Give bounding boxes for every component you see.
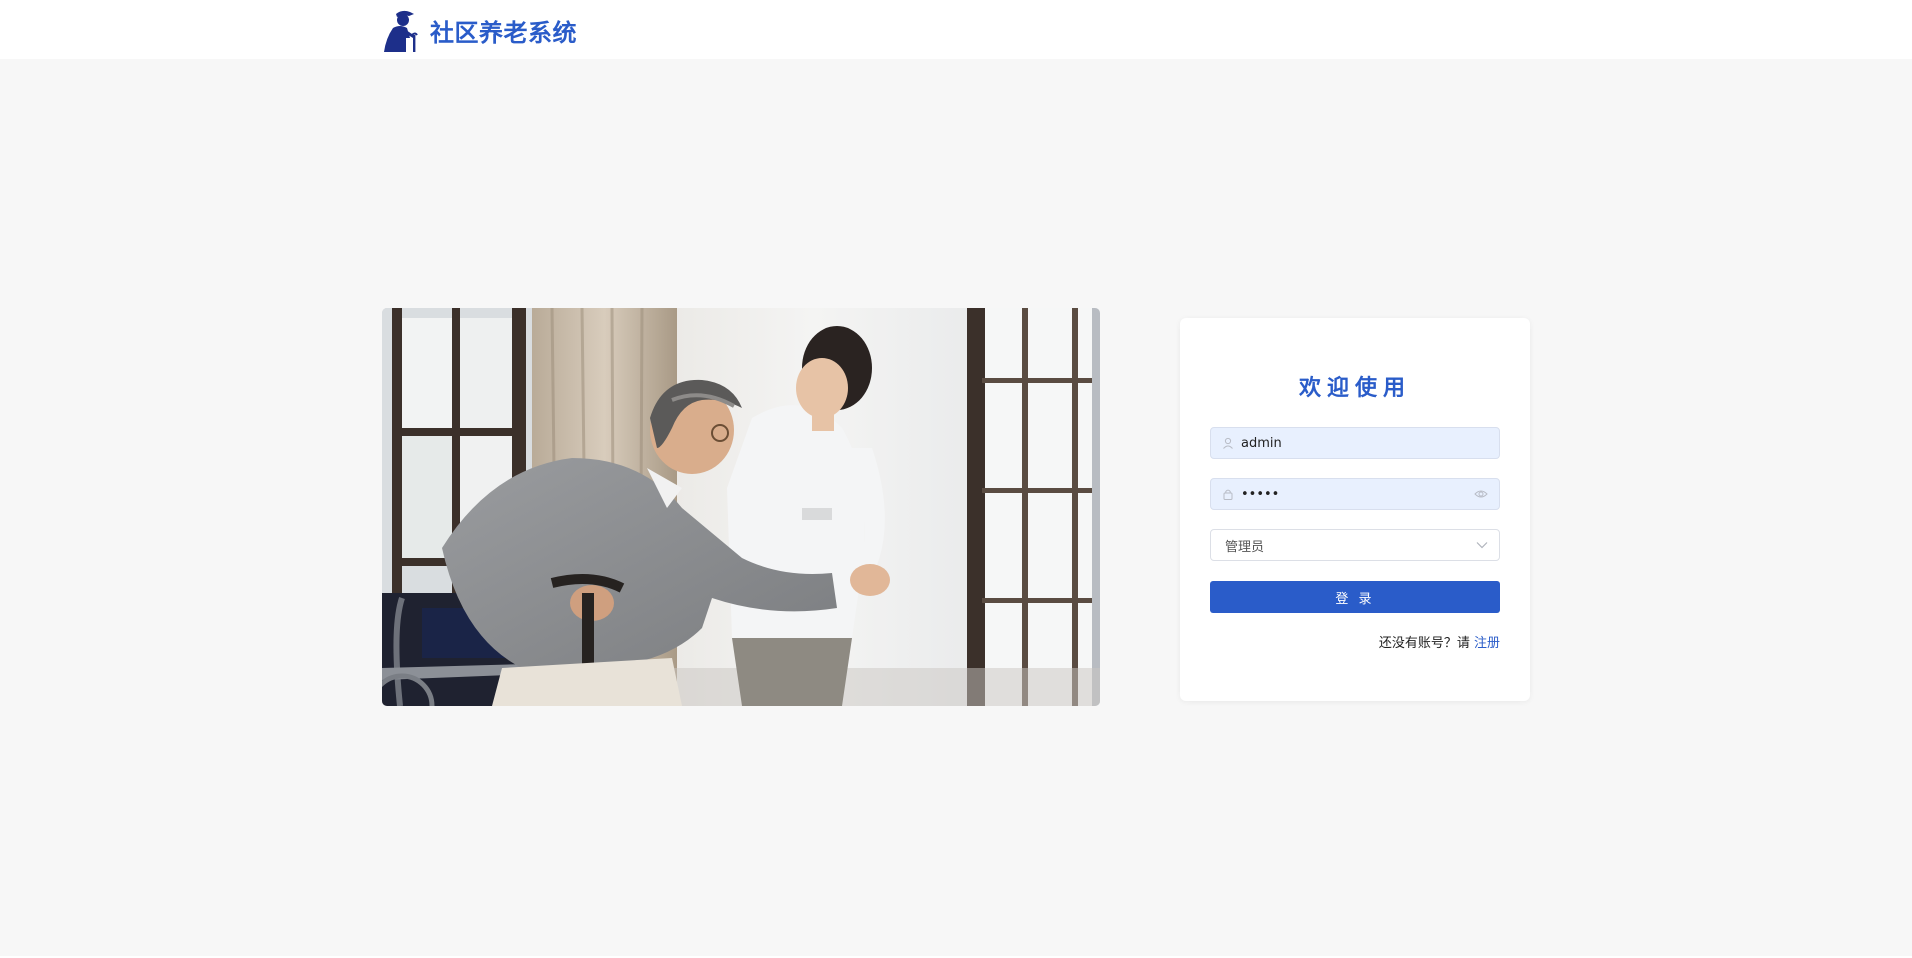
password-field[interactable]: ••••• — [1210, 478, 1500, 510]
elderly-person-icon — [382, 8, 420, 52]
top-header: 社区养老系统 — [0, 0, 1912, 59]
lock-icon — [1221, 487, 1235, 501]
username-field[interactable]: admin — [1210, 427, 1500, 459]
register-link[interactable]: 注册 — [1474, 636, 1500, 651]
app-title: 社区养老系统 — [430, 18, 577, 47]
register-prompt-text: 还没有账号？请 — [1378, 636, 1474, 651]
caregiver-photo — [382, 308, 1100, 706]
eye-icon[interactable] — [1473, 486, 1489, 502]
login-button[interactable]: 登 录 — [1210, 581, 1500, 613]
app-logo[interactable]: 社区养老系统 — [382, 8, 577, 52]
register-prompt: 还没有账号？请 注册 — [1379, 632, 1500, 651]
login-card: 欢迎使用 admin ••••• 管理员 登 录 还没有账号？请 注册 — [1180, 318, 1530, 701]
role-select[interactable]: 管理员 — [1210, 529, 1500, 561]
username-value[interactable]: admin — [1241, 436, 1499, 451]
chevron-down-icon[interactable] — [1475, 538, 1489, 552]
hero-image — [382, 308, 1100, 706]
login-title: 欢迎使用 — [1298, 376, 1411, 401]
role-selected-value[interactable]: 管理员 — [1225, 536, 1475, 555]
password-value[interactable]: ••••• — [1241, 487, 1473, 502]
user-icon — [1221, 436, 1235, 450]
